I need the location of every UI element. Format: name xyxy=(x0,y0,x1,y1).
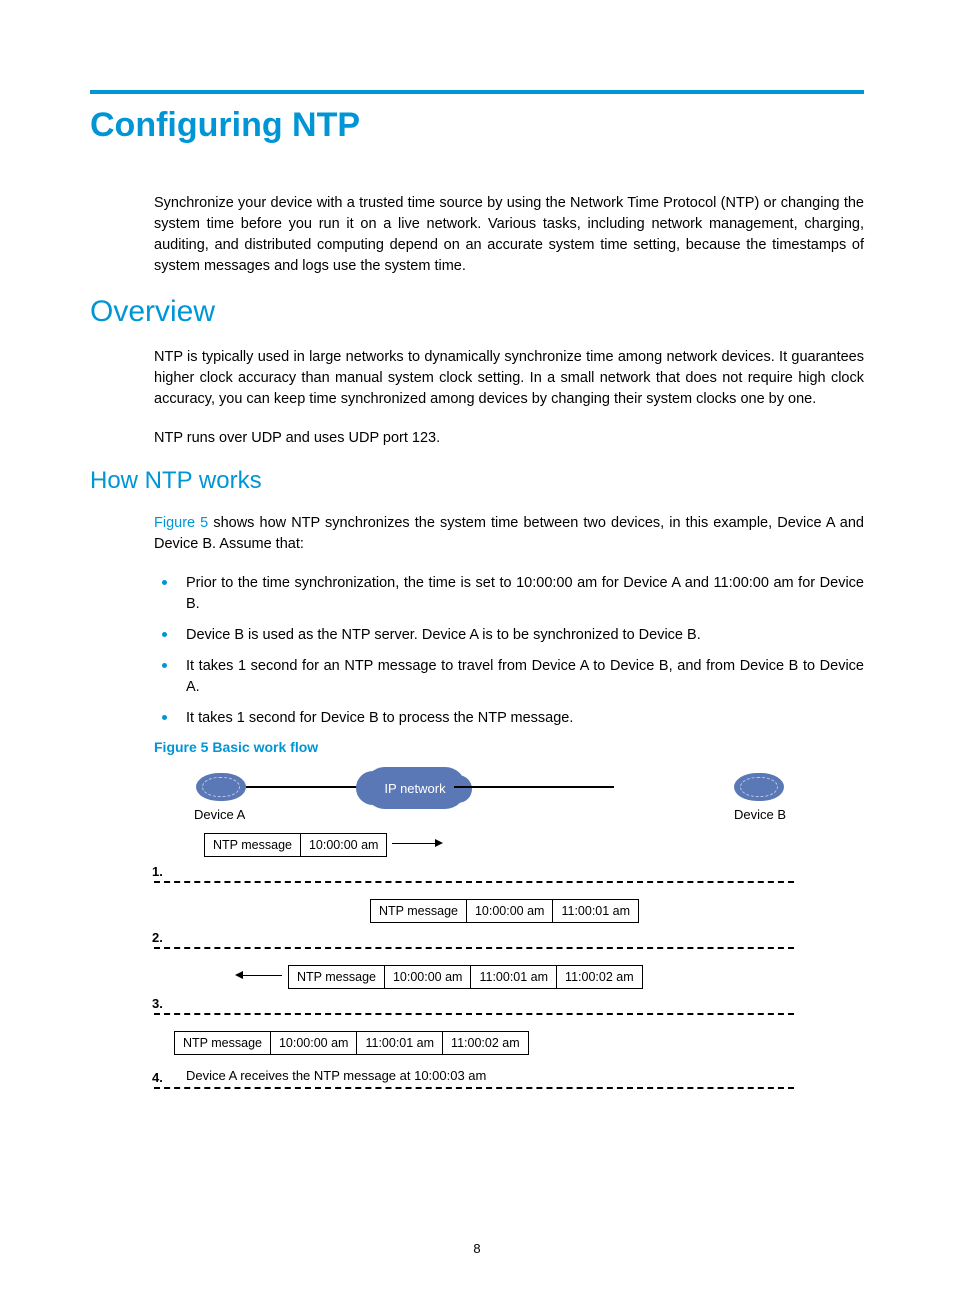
figure-5-diagram: IP network Device A Device B NTP message… xyxy=(154,767,794,1089)
device-a-label: Device A xyxy=(194,807,245,822)
packet-cell: 11:00:02 am xyxy=(557,965,643,989)
row-4-note: Device A receives the NTP message at 10:… xyxy=(186,1068,486,1083)
page-number: 8 xyxy=(0,1241,954,1256)
packet-cell: 11:00:01 am xyxy=(553,899,639,923)
packet-cell: 10:00:00 am xyxy=(271,1031,358,1055)
page-title: Configuring NTP xyxy=(90,106,864,145)
how-ntp-works-heading: How NTP works xyxy=(90,467,864,495)
figure-caption: Figure 5 Basic work flow xyxy=(154,739,864,755)
how-intro-rest: shows how NTP synchronizes the system ti… xyxy=(154,515,864,552)
router-icon xyxy=(734,773,784,801)
packet-cell: NTP message xyxy=(204,833,301,857)
packet-cell: 11:00:01 am xyxy=(357,1031,443,1055)
cloud-icon: IP network xyxy=(364,767,466,809)
list-item: Prior to the time synchronization, the t… xyxy=(154,573,864,615)
figure-reference-link[interactable]: Figure 5 xyxy=(154,515,208,531)
device-b-label: Device B xyxy=(734,807,786,822)
packet-cell: 10:00:00 am xyxy=(301,833,388,857)
packet-cell: 10:00:00 am xyxy=(467,899,554,923)
list-item: It takes 1 second for an NTP message to … xyxy=(154,656,864,698)
packet-cell: 11:00:01 am xyxy=(471,965,557,989)
row-number: 2. xyxy=(152,930,163,945)
how-intro: Figure 5 shows how NTP synchronizes the … xyxy=(154,513,864,555)
flow-row-4: NTP message 10:00:00 am 11:00:01 am 11:0… xyxy=(154,1021,794,1089)
packet-cell: 11:00:02 am xyxy=(443,1031,529,1055)
list-item: Device B is used as the NTP server. Devi… xyxy=(154,625,864,646)
arrow-right-icon xyxy=(392,843,438,844)
row-number: 3. xyxy=(152,996,163,1011)
packet-cell: NTP message xyxy=(370,899,467,923)
row-number: 4. xyxy=(152,1070,163,1085)
overview-heading: Overview xyxy=(90,295,864,329)
flow-row-3: NTP message 10:00:00 am 11:00:01 am 11:0… xyxy=(154,955,794,1015)
overview-p1: NTP is typically used in large networks … xyxy=(154,347,864,410)
cloud-label: IP network xyxy=(384,781,445,796)
packet-cell: 10:00:00 am xyxy=(385,965,472,989)
assumption-list: Prior to the time synchronization, the t… xyxy=(154,573,864,729)
router-icon xyxy=(196,773,246,801)
overview-p2: NTP runs over UDP and uses UDP port 123. xyxy=(154,428,864,449)
network-row: IP network Device A Device B xyxy=(154,767,794,817)
arrow-left-icon xyxy=(240,975,282,976)
row-number: 1. xyxy=(152,864,163,879)
packet-cell: NTP message xyxy=(174,1031,271,1055)
top-rule xyxy=(90,90,864,94)
flow-row-2: NTP message 10:00:00 am 11:00:01 am 2. xyxy=(154,889,794,949)
packet-cell: NTP message xyxy=(288,965,385,989)
flow-row-1: NTP message 10:00:00 am 1. xyxy=(154,823,794,883)
intro-paragraph: Synchronize your device with a trusted t… xyxy=(154,193,864,277)
list-item: It takes 1 second for Device B to proces… xyxy=(154,708,864,729)
link-line xyxy=(454,786,614,788)
